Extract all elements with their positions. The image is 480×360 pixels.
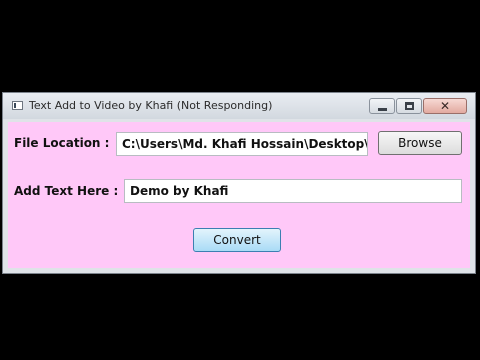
- minimize-button[interactable]: [369, 98, 395, 114]
- maximize-button[interactable]: [396, 98, 422, 114]
- title-bar[interactable]: Text Add to Video by Khafi (Not Respondi…: [3, 93, 475, 119]
- window-title: Text Add to Video by Khafi (Not Respondi…: [29, 99, 273, 112]
- close-icon: ✕: [439, 99, 451, 113]
- close-button[interactable]: ✕: [423, 98, 467, 114]
- minimize-icon: [378, 108, 387, 111]
- file-location-field[interactable]: C:\Users\Md. Khafi Hossain\Desktop\Py: [116, 132, 368, 156]
- add-text-field[interactable]: Demo by Khafi: [124, 179, 462, 203]
- app-window-icon: [12, 101, 23, 110]
- add-text-label: Add Text Here :: [14, 184, 119, 198]
- convert-button[interactable]: Convert: [193, 228, 281, 252]
- maximize-icon: [405, 102, 414, 110]
- file-location-label: File Location :: [14, 136, 110, 150]
- browse-button[interactable]: Browse: [378, 131, 462, 155]
